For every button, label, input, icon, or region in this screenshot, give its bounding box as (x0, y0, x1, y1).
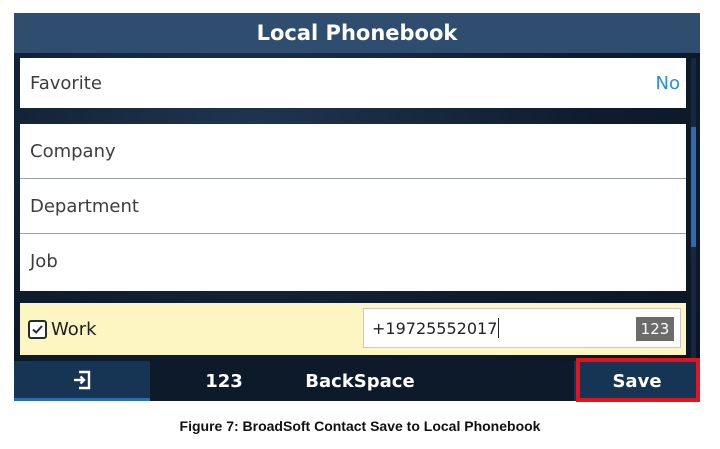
phone-screen: Local Phonebook Favorite No Company Depa… (14, 13, 700, 401)
scrollbar-thumb[interactable] (691, 127, 696, 247)
work-label-group: Work (28, 303, 97, 355)
back-softkey[interactable] (14, 361, 150, 401)
input-mode-softkey[interactable]: 123 (174, 361, 274, 401)
work-checkbox[interactable] (28, 319, 47, 339)
save-highlight-box (576, 358, 700, 402)
figure-caption: Figure 7: BroadSoft Contact Save to Loca… (179, 418, 541, 434)
favorite-row[interactable]: Favorite No (20, 58, 686, 108)
department-field[interactable]: Department (20, 179, 686, 234)
job-label: Job (30, 251, 58, 272)
exit-icon (74, 370, 91, 389)
favorite-label: Favorite (30, 72, 102, 94)
work-number-value: +19725552017 (372, 318, 498, 338)
company-field[interactable]: Company (20, 124, 686, 179)
work-number-row[interactable]: Work +19725552017 123 (20, 303, 686, 355)
page-title: Local Phonebook (14, 13, 700, 53)
input-mode-badge[interactable]: 123 (636, 317, 674, 341)
work-number-input[interactable]: +19725552017 123 (363, 308, 681, 348)
contact-fields-group: Company Department Job (20, 124, 686, 291)
checkmark-icon (32, 324, 43, 334)
favorite-value[interactable]: No (656, 73, 680, 94)
department-label: Department (30, 195, 139, 217)
text-caret (498, 318, 500, 338)
work-label: Work (51, 318, 97, 340)
company-label: Company (30, 140, 116, 162)
job-field[interactable]: Job (20, 234, 686, 289)
backspace-softkey[interactable]: BackSpace (290, 361, 430, 401)
